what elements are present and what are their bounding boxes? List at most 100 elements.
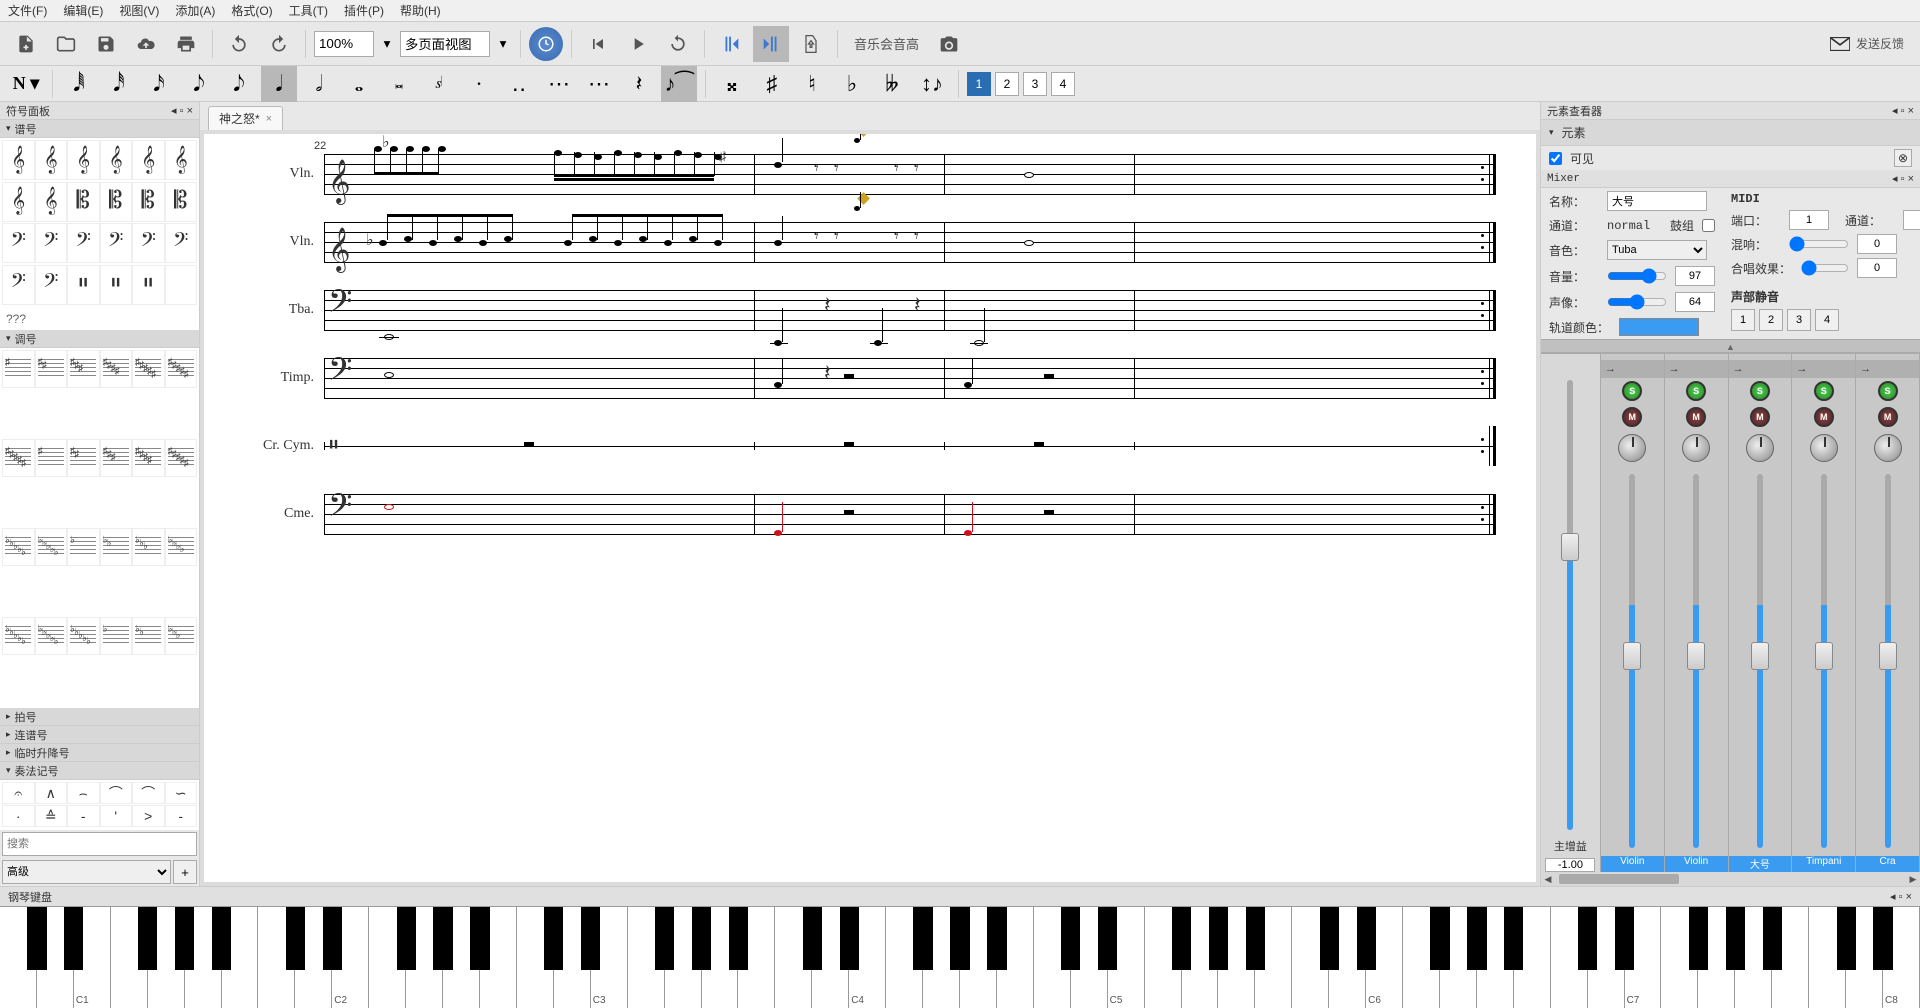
staff[interactable]: 𝄥 — [324, 426, 1496, 466]
clef-item[interactable]: 𝄢 — [100, 223, 133, 263]
view-mode-combo[interactable] — [400, 31, 490, 57]
menu-format[interactable]: 格式(O) — [231, 2, 272, 19]
clef-item[interactable]: 𝄢 — [132, 223, 165, 263]
black-key[interactable] — [1209, 907, 1228, 970]
key-signature-item[interactable]: ♭♭♭♭♭ — [35, 617, 68, 655]
duration-16th-button[interactable]: 𝅘𝅥𝅯 — [141, 66, 177, 102]
palettes-close-buttons[interactable]: ◂ ▫ × — [171, 104, 193, 117]
articulation-item[interactable]: - — [67, 805, 100, 827]
black-key[interactable] — [987, 907, 1006, 970]
articulation-item[interactable]: - — [165, 805, 198, 827]
articulation-item[interactable]: ≙ — [35, 805, 68, 827]
master-fader[interactable] — [1561, 533, 1579, 561]
voice-1-button[interactable]: 1 — [967, 72, 991, 96]
document-tab[interactable]: 神之怒* × — [208, 106, 283, 130]
black-key[interactable] — [1246, 907, 1265, 970]
black-key[interactable] — [1578, 907, 1597, 970]
key-signature-item[interactable]: ♯♯ — [35, 350, 68, 388]
double-sharp-button[interactable]: 𝄪 — [714, 66, 750, 102]
articulation-item[interactable]: ' — [100, 805, 133, 827]
channel-fader[interactable] — [1687, 642, 1705, 670]
key-signature-item[interactable]: ♯♯♯♯ — [132, 439, 165, 477]
black-key[interactable] — [1061, 907, 1080, 970]
clef-item[interactable]: 𝄢 — [67, 223, 100, 263]
channel-fader[interactable] — [1751, 642, 1769, 670]
articulation-item[interactable]: · — [2, 805, 35, 827]
clef-item[interactable]: 𝄢 — [165, 223, 198, 263]
black-key[interactable] — [212, 907, 231, 970]
black-key[interactable] — [913, 907, 932, 970]
key-signature-item[interactable]: ♭♭♭♭♭ — [67, 617, 100, 655]
chorus-input[interactable] — [1857, 258, 1897, 278]
tie-button[interactable]: ♪⁀ — [661, 66, 697, 102]
clef-item[interactable]: 𝄢 — [35, 223, 68, 263]
key-signature-item[interactable]: ♭♭♭♭ — [165, 528, 198, 566]
reverb-slider[interactable] — [1789, 236, 1849, 252]
mute-voice-3[interactable]: 3 — [1787, 309, 1811, 331]
clef-item[interactable]: 𝄡 — [67, 182, 100, 222]
key-signature-item[interactable]: ♯♯♯ — [100, 439, 133, 477]
zoom-combo[interactable] — [314, 31, 374, 57]
mute-button[interactable]: M — [1750, 407, 1770, 427]
strip-expand-button[interactable]: → — [1792, 360, 1855, 378]
reset-visible-button[interactable]: ⊗ — [1894, 149, 1912, 167]
zoom-dropdown-button[interactable]: ▾ — [378, 26, 396, 62]
key-signature-item[interactable]: ♯♯♯ — [67, 350, 100, 388]
midi-channel-input[interactable] — [1903, 210, 1920, 230]
solo-button[interactable]: S — [1750, 381, 1770, 401]
drumset-checkbox[interactable] — [1702, 219, 1715, 232]
visible-checkbox[interactable] — [1549, 152, 1562, 165]
redo-button[interactable] — [261, 26, 297, 62]
pan-slider[interactable] — [1607, 294, 1667, 310]
black-key[interactable] — [1615, 907, 1634, 970]
rest-button[interactable]: 𝄽 — [621, 66, 657, 102]
menu-tools[interactable]: 工具(T) — [289, 2, 328, 19]
patch-select[interactable]: Tuba — [1607, 240, 1707, 260]
double-flat-button[interactable]: 𝄫 — [874, 66, 910, 102]
black-key[interactable] — [1837, 907, 1856, 970]
black-key[interactable] — [729, 907, 748, 970]
mixer-scrollbar[interactable]: ◀▶ — [1541, 872, 1920, 886]
solo-button[interactable]: S — [1686, 381, 1706, 401]
chorus-slider[interactable] — [1801, 260, 1849, 276]
loop-toggle-button[interactable] — [660, 26, 696, 62]
menu-plugins[interactable]: 插件(P) — [344, 2, 384, 19]
black-key[interactable] — [803, 907, 822, 970]
clef-item[interactable]: 𝄡 — [132, 182, 165, 222]
clef-item[interactable]: 𝄥 — [132, 265, 165, 305]
voice-4-button[interactable]: 4 — [1051, 72, 1075, 96]
clef-item[interactable]: 𝄢 — [2, 265, 35, 305]
solo-button[interactable]: S — [1622, 381, 1642, 401]
triple-dot-button[interactable]: ⋯ — [541, 66, 577, 102]
black-key[interactable] — [1689, 907, 1708, 970]
save-button[interactable] — [88, 26, 124, 62]
strip-expand-button[interactable]: → — [1665, 360, 1728, 378]
track-color-swatch[interactable] — [1619, 318, 1699, 336]
volume-slider[interactable] — [1607, 268, 1667, 284]
new-file-button[interactable] — [8, 26, 44, 62]
black-key[interactable] — [397, 907, 416, 970]
mute-button[interactable]: M — [1622, 407, 1642, 427]
pan-input[interactable] — [1675, 292, 1715, 312]
section-clefs[interactable]: 谱号 — [0, 120, 199, 138]
clef-item[interactable]: 𝄞 — [2, 182, 35, 222]
menu-help[interactable]: 帮助(H) — [400, 2, 441, 19]
feedback-button[interactable]: 发送反馈 — [1830, 35, 1912, 52]
key-signature-item[interactable]: ♯♯♯♯♯ — [2, 439, 35, 477]
loop-in-button[interactable] — [713, 26, 749, 62]
strip-expand-button[interactable]: → — [1601, 360, 1664, 378]
key-signature-item[interactable]: ♯♯♯♯♯ — [165, 439, 198, 477]
black-key[interactable] — [27, 907, 46, 970]
clef-item[interactable]: 𝄞 — [2, 140, 35, 180]
key-signature-item[interactable]: ♭♭♭ — [165, 617, 198, 655]
score-canvas[interactable]: 22Vln.𝄞♭♯𝄾𝄾𝄾𝄾Vln.𝄞♭𝄾𝄾𝄾𝄾Tba.𝄢𝄽𝄽Timp.𝄢𝄽Cr.… — [204, 134, 1536, 882]
mute-voice-2[interactable]: 2 — [1759, 309, 1783, 331]
mute-voice-1[interactable]: 1 — [1731, 309, 1755, 331]
duration-32nd-button[interactable]: 𝅘𝅥𝅰 — [101, 66, 137, 102]
duration-half-button[interactable]: 𝅗𝅥 — [301, 66, 337, 102]
key-signature-item[interactable]: ♭♭♭♭♭ — [2, 528, 35, 566]
volume-input[interactable] — [1675, 266, 1715, 286]
black-key[interactable] — [470, 907, 489, 970]
key-signature-item[interactable]: ♯♯♯♯♯ — [132, 350, 165, 388]
channel-fader[interactable] — [1623, 642, 1641, 670]
